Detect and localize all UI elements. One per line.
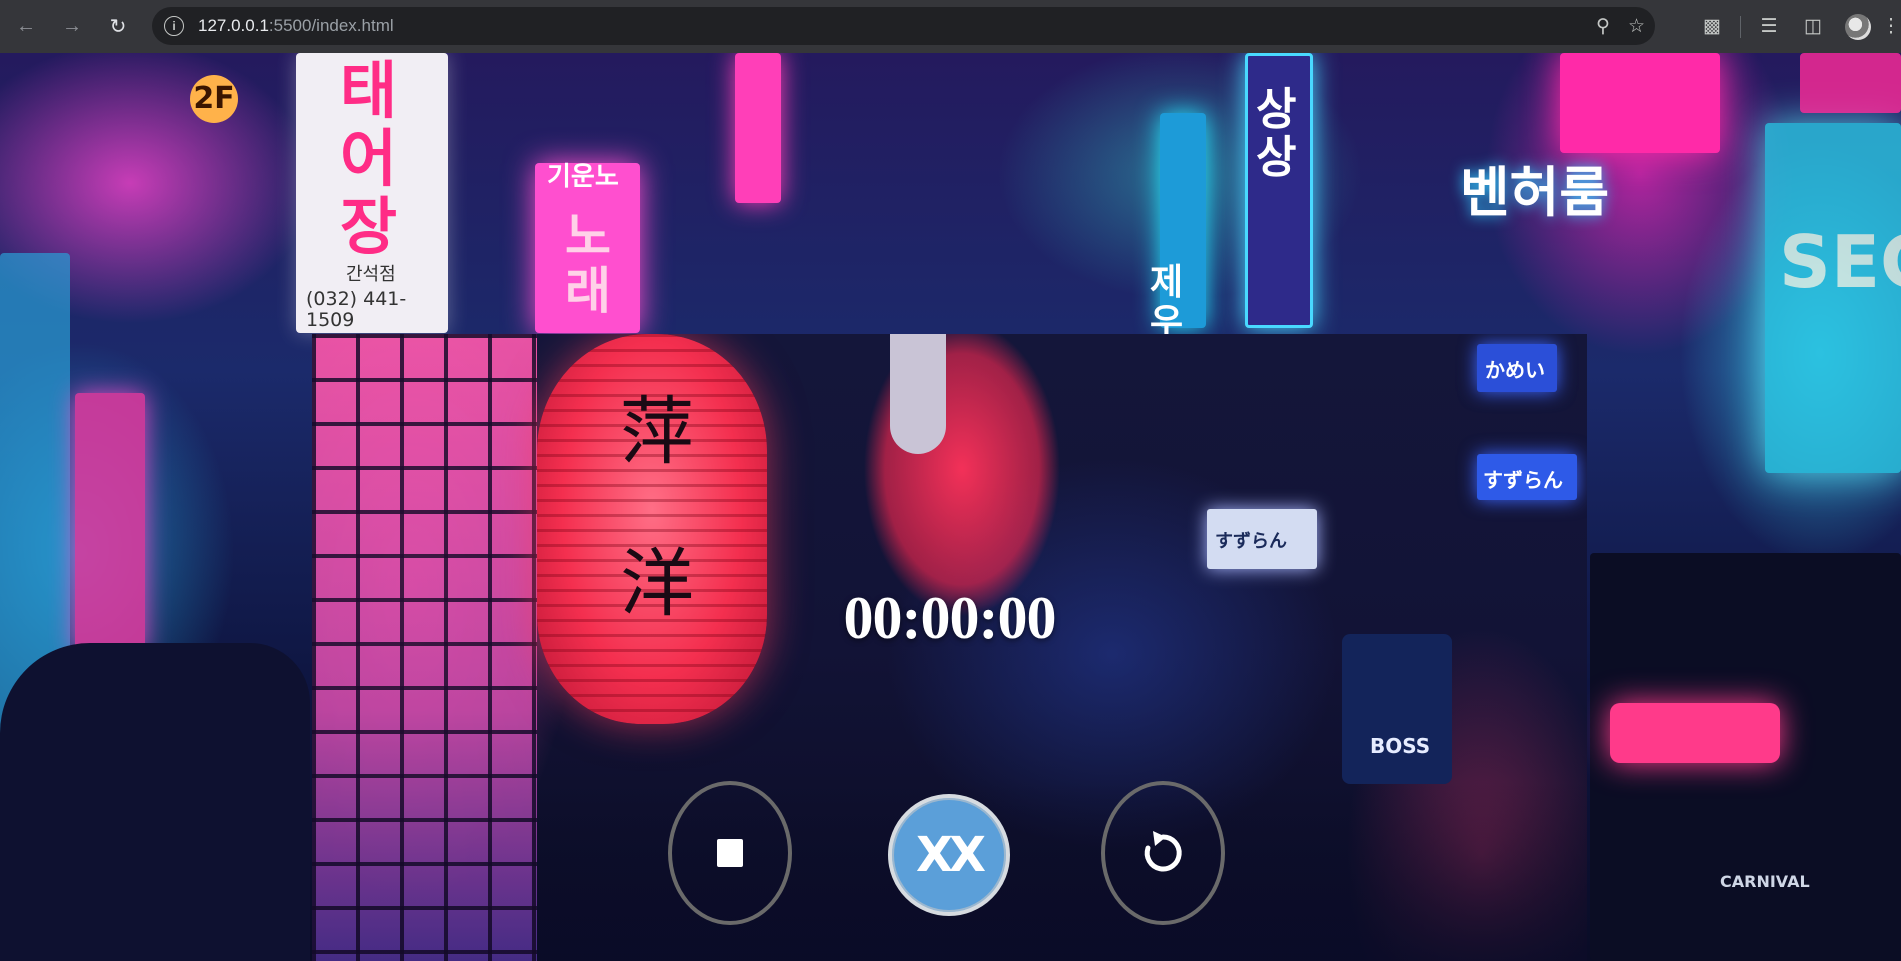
zoom-icon[interactable]: ⚲	[1596, 15, 1610, 38]
alley-sign-suzuran-text: すずらん	[1483, 468, 1563, 492]
alley-sign-suzuran: すずらん	[1477, 454, 1577, 500]
sign-text-benheo: 벤허룸	[1460, 161, 1610, 224]
url-text[interactable]: 127.0.0.1:5500/index.html	[198, 16, 394, 36]
sign-text-karaoke: 태 어 장	[340, 54, 398, 264]
sign-text-norae: 노 래	[565, 207, 611, 320]
stop-square-icon	[717, 839, 743, 867]
bookmark-star-icon[interactable]: ☆	[1628, 15, 1645, 38]
alley-sign-kamei-text: かめい	[1485, 358, 1545, 382]
neon-sign-pink-top-right	[1560, 53, 1720, 153]
alley-sign-suzuran-lightbox: すずらん	[1207, 509, 1317, 569]
neon-sign-left-pink	[75, 393, 145, 653]
browser-actions: ▩ ☰ ◫ ⋮	[1690, 0, 1901, 53]
hanging-lantern-white	[890, 334, 946, 454]
forward-icon[interactable]: →	[52, 7, 92, 47]
reload-icon[interactable]: ↻	[98, 7, 138, 47]
parked-car-left	[0, 643, 310, 961]
extensions-icon[interactable]: ▩	[1690, 15, 1734, 38]
double-x-icon: XX	[915, 827, 986, 883]
toolbar-divider	[1740, 15, 1741, 38]
car-taillight	[1610, 703, 1780, 763]
page-background: 태 어 장 간석점 (032) 441-1509 2F 기운노 노 래 상 상 …	[0, 53, 1901, 961]
stop-button[interactable]	[668, 781, 792, 925]
sign-text-sangsang: 상 상	[1256, 84, 1297, 184]
address-bar[interactable]: i 127.0.0.1:5500/index.html ⚲ ☆	[152, 7, 1655, 45]
sign-text-2f: 2F	[190, 75, 238, 123]
start-pause-button[interactable]: XX	[888, 794, 1010, 916]
sign-text-branch: 간석점	[346, 264, 396, 285]
omnibox-actions: ⚲ ☆	[1596, 7, 1645, 45]
url-host: 127.0.0.1	[198, 16, 269, 35]
stopwatch-panel: 萍 洋 かめい すずらん すずらん BOSS 00:00:00 XX	[312, 334, 1587, 961]
red-lantern-image: 萍 洋	[537, 334, 767, 724]
url-path: :5500/index.html	[268, 16, 394, 35]
neon-sign-cyan-right: SECR	[1765, 123, 1901, 473]
neon-sign-vertical-pink	[735, 53, 781, 203]
sign-text-jeu: 제 우	[1150, 262, 1184, 343]
alley-sign-kamei: かめい	[1477, 344, 1557, 392]
profile-avatar[interactable]	[1845, 13, 1871, 40]
reset-arrow-icon	[1144, 831, 1182, 872]
sign-text-carnival: CARNIVAL	[1720, 872, 1810, 891]
neon-sign-white: 태 어 장 간석점 (032) 441-1509	[296, 53, 448, 333]
neon-sign-sangsang: 상 상	[1245, 53, 1313, 328]
side-panel-icon[interactable]: ◫	[1791, 15, 1835, 38]
neon-sign-pink-corner	[1800, 53, 1901, 113]
stopwatch-time-display: 00:00:00	[843, 585, 1057, 651]
site-info-icon[interactable]: i	[164, 16, 184, 36]
alley-sign-boss: BOSS	[1342, 634, 1452, 784]
sign-text-giun: 기운노	[547, 162, 619, 192]
back-icon[interactable]: ←	[6, 7, 46, 47]
media-queue-icon[interactable]: ☰	[1747, 15, 1791, 38]
lantern-char-1: 萍	[620, 389, 694, 475]
sign-text-phone: (032) 441-1509	[306, 288, 407, 331]
alley-sign-lightbox-text: すずらん	[1215, 531, 1287, 552]
browser-toolbar: ← → ↻ i 127.0.0.1:5500/index.html ⚲ ☆ ▩ …	[0, 0, 1901, 53]
reset-button[interactable]	[1101, 781, 1225, 925]
neon-sign-pink: 기운노 노 래	[535, 163, 640, 333]
sign-text-secr: SECR	[1779, 220, 1901, 304]
kebab-menu-icon[interactable]: ⋮	[1881, 15, 1901, 38]
alley-sign-boss-text: BOSS	[1370, 734, 1431, 758]
